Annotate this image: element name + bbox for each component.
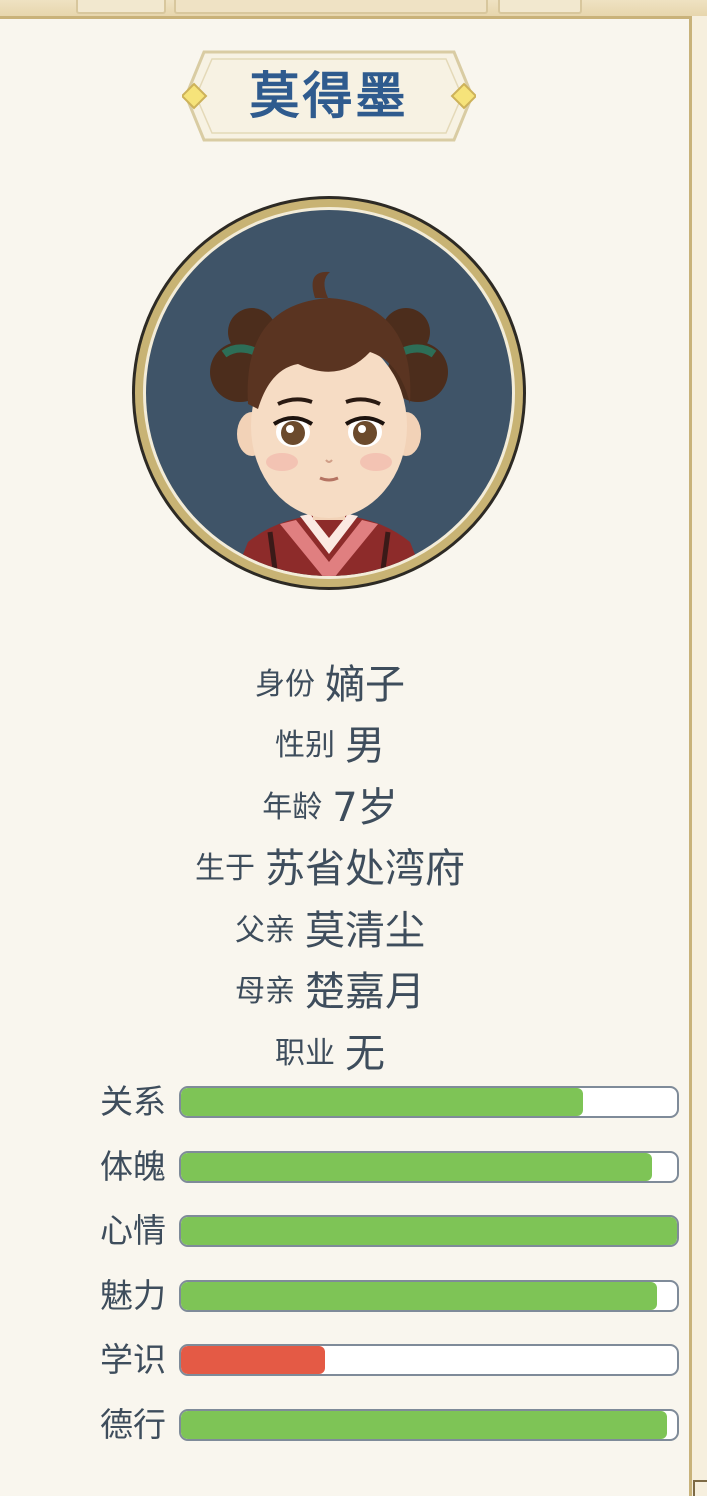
info-value: 嫡子 <box>325 661 405 708</box>
stat-knowledge: 学识 <box>100 1336 680 1401</box>
stat-label: 关系 <box>100 1082 166 1121</box>
info-label: 职业 <box>275 1035 335 1071</box>
info-row-occupation: 职业 无 <box>0 1019 660 1081</box>
stat-fill <box>181 1217 677 1245</box>
info-row-father: 父亲 莫清尘 <box>0 896 660 958</box>
stat-track <box>179 1408 679 1441</box>
stat-fill <box>181 1152 653 1181</box>
info-row-age: 年龄 7岁 <box>0 773 660 835</box>
stat-label: 心情 <box>100 1211 166 1250</box>
info-value: 莫清尘 <box>305 907 425 954</box>
stat-track <box>179 1086 679 1118</box>
info-label: 身份 <box>255 666 315 702</box>
info-label: 性别 <box>275 728 335 764</box>
info-row-mother: 母亲 楚嘉月 <box>0 958 660 1020</box>
info-value: 7岁 <box>332 784 398 831</box>
right-side-strip <box>692 16 707 1496</box>
info-value: 无 <box>345 1030 385 1077</box>
stat-label: 体魄 <box>100 1146 166 1186</box>
stat-bars: 关系 体魄 心情 魅力 学识 德行 <box>100 1078 680 1465</box>
stat-physique: 体魄 <box>100 1143 680 1208</box>
name-banner: 莫得墨 <box>182 50 476 142</box>
info-label: 父亲 <box>235 912 295 948</box>
stat-label: 魅力 <box>100 1275 166 1315</box>
tab-right[interactable] <box>498 0 582 14</box>
character-info: 身份 嫡子 性别 男 年龄 7岁 生于 苏省处湾府 父亲 莫清尘 母亲 楚嘉月 … <box>0 650 660 1081</box>
panel-border <box>689 16 692 1496</box>
info-row-identity: 身份 嫡子 <box>0 650 660 712</box>
stat-charm: 魅力 <box>100 1272 680 1337</box>
stat-mood: 心情 <box>100 1207 680 1272</box>
stat-fill <box>181 1281 658 1310</box>
info-row-gender: 性别 男 <box>0 712 660 774</box>
info-value: 楚嘉月 <box>305 969 425 1016</box>
stat-label: 学识 <box>100 1340 166 1379</box>
info-label: 年龄 <box>262 789 323 825</box>
character-name: 莫得墨 <box>249 67 409 125</box>
stat-track <box>179 1215 679 1247</box>
info-label: 母亲 <box>235 974 295 1010</box>
character-avatar[interactable] <box>130 194 528 592</box>
tab-left[interactable] <box>76 0 166 14</box>
stat-fill <box>181 1346 325 1374</box>
stat-track <box>179 1279 679 1312</box>
info-value: 苏省处湾府 <box>265 846 465 893</box>
stat-fill <box>181 1088 583 1116</box>
stat-fill <box>181 1410 668 1439</box>
stat-label: 德行 <box>100 1404 166 1444</box>
corner-notch <box>693 1480 707 1496</box>
info-value: 男 <box>345 723 385 770</box>
stat-relationship: 关系 <box>100 1078 680 1143</box>
info-label: 生于 <box>195 851 255 887</box>
top-tab-bar <box>0 0 707 19</box>
info-row-birthplace: 生于 苏省处湾府 <box>0 835 660 897</box>
stat-virtue: 德行 <box>100 1401 680 1466</box>
stat-track <box>179 1150 679 1183</box>
tab-center[interactable] <box>174 0 488 14</box>
stat-track <box>179 1344 679 1376</box>
